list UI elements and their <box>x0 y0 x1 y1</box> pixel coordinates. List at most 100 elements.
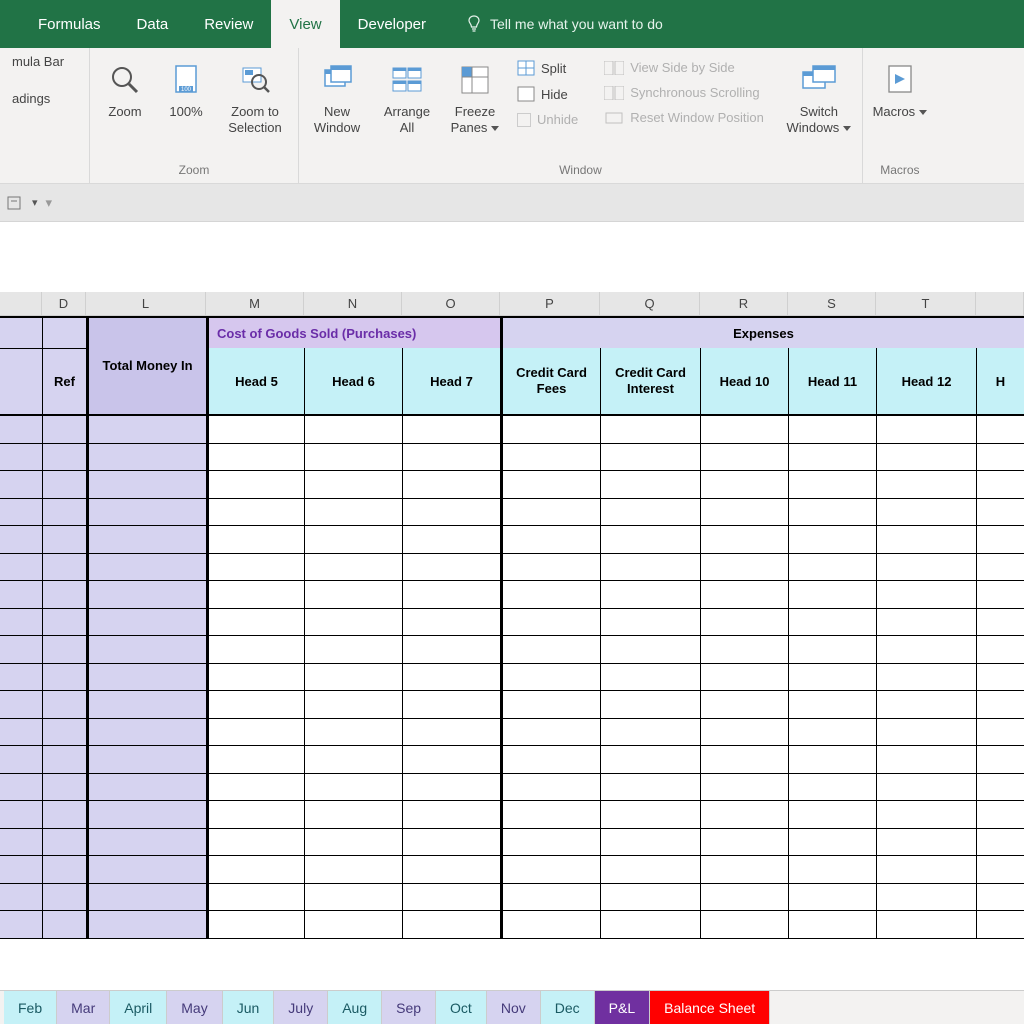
cell[interactable] <box>788 746 876 774</box>
cell[interactable] <box>304 884 402 912</box>
sheet-tab-sep[interactable]: Sep <box>382 991 436 1024</box>
cell[interactable] <box>86 664 206 692</box>
cell[interactable] <box>600 801 700 829</box>
cell[interactable] <box>600 609 700 637</box>
cell[interactable] <box>86 471 206 499</box>
cell[interactable] <box>500 691 600 719</box>
cell[interactable] <box>86 416 206 444</box>
cell[interactable] <box>402 911 500 939</box>
cell[interactable] <box>0 911 42 939</box>
cell[interactable] <box>876 416 976 444</box>
cell[interactable] <box>304 416 402 444</box>
table-row[interactable] <box>0 719 1024 747</box>
cell[interactable] <box>600 499 700 527</box>
cell[interactable] <box>206 609 304 637</box>
cell[interactable] <box>976 719 1024 747</box>
cell[interactable] <box>976 609 1024 637</box>
cell[interactable] <box>42 664 86 692</box>
table-row[interactable] <box>0 746 1024 774</box>
cell[interactable] <box>788 829 876 857</box>
cell[interactable] <box>976 499 1024 527</box>
cell[interactable] <box>42 719 86 747</box>
cell[interactable] <box>304 581 402 609</box>
cell[interactable] <box>976 581 1024 609</box>
cell[interactable] <box>788 636 876 664</box>
cell[interactable] <box>86 691 206 719</box>
cell[interactable] <box>42 856 86 884</box>
column-header[interactable]: R <box>700 292 788 315</box>
table-row[interactable] <box>0 416 1024 444</box>
cell[interactable] <box>788 416 876 444</box>
cell[interactable] <box>0 774 42 802</box>
cell[interactable] <box>876 609 976 637</box>
cell[interactable] <box>600 829 700 857</box>
table-row[interactable] <box>0 444 1024 472</box>
cell[interactable] <box>500 801 600 829</box>
cell[interactable] <box>876 801 976 829</box>
cell[interactable] <box>876 664 976 692</box>
cell[interactable] <box>876 829 976 857</box>
cell[interactable] <box>600 554 700 582</box>
cell[interactable] <box>42 829 86 857</box>
cell[interactable] <box>0 444 42 472</box>
cell[interactable] <box>876 526 976 554</box>
cell[interactable] <box>788 499 876 527</box>
tell-me-search[interactable]: Tell me what you want to do <box>444 0 675 48</box>
cell[interactable] <box>700 444 788 472</box>
sheet-tab-july[interactable]: July <box>274 991 328 1024</box>
cell[interactable] <box>304 609 402 637</box>
cell[interactable] <box>402 664 500 692</box>
cell[interactable] <box>402 746 500 774</box>
cell[interactable] <box>500 416 600 444</box>
table-row[interactable] <box>0 801 1024 829</box>
cell[interactable] <box>304 499 402 527</box>
cell[interactable] <box>600 444 700 472</box>
cell[interactable] <box>304 911 402 939</box>
cell[interactable] <box>42 554 86 582</box>
zoom-100-button[interactable]: 100 100% <box>160 52 212 120</box>
cell[interactable] <box>700 856 788 884</box>
ribbon-tab-view[interactable]: View <box>271 0 339 48</box>
cell[interactable] <box>86 856 206 884</box>
cell[interactable] <box>42 609 86 637</box>
macros-button[interactable]: Macros <box>869 52 931 120</box>
cell[interactable] <box>206 581 304 609</box>
cell[interactable] <box>700 746 788 774</box>
cell[interactable] <box>0 636 42 664</box>
sheet-tab-april[interactable]: April <box>110 991 167 1024</box>
cell[interactable] <box>304 664 402 692</box>
sheet-tab-dec[interactable]: Dec <box>541 991 595 1024</box>
table-row[interactable] <box>0 774 1024 802</box>
ribbon-tab-developer[interactable]: Developer <box>340 0 444 48</box>
cell[interactable] <box>0 884 42 912</box>
table-row[interactable] <box>0 856 1024 884</box>
cell[interactable] <box>206 636 304 664</box>
cell[interactable] <box>700 719 788 747</box>
cell[interactable] <box>788 801 876 829</box>
cell[interactable] <box>206 554 304 582</box>
cell[interactable] <box>0 581 42 609</box>
cell[interactable] <box>304 526 402 554</box>
sheet-tab-p-l[interactable]: P&L <box>595 991 650 1024</box>
table-row[interactable] <box>0 554 1024 582</box>
column-header[interactable]: T <box>876 292 976 315</box>
new-window-button[interactable]: NewWindow <box>305 52 369 136</box>
cell[interactable] <box>402 554 500 582</box>
cell[interactable] <box>700 911 788 939</box>
cell[interactable] <box>86 884 206 912</box>
sheet-tab-feb[interactable]: Feb <box>4 991 57 1024</box>
cell[interactable] <box>876 884 976 912</box>
cell[interactable] <box>0 719 42 747</box>
sheet-tab-nov[interactable]: Nov <box>487 991 541 1024</box>
cell[interactable] <box>700 829 788 857</box>
cell[interactable] <box>788 911 876 939</box>
cell[interactable] <box>700 581 788 609</box>
cell[interactable] <box>600 636 700 664</box>
cell[interactable] <box>206 856 304 884</box>
table-row[interactable] <box>0 581 1024 609</box>
cell[interactable] <box>500 664 600 692</box>
table-row[interactable] <box>0 829 1024 857</box>
cell[interactable] <box>206 444 304 472</box>
data-rows[interactable] <box>0 416 1024 939</box>
cell[interactable] <box>876 554 976 582</box>
